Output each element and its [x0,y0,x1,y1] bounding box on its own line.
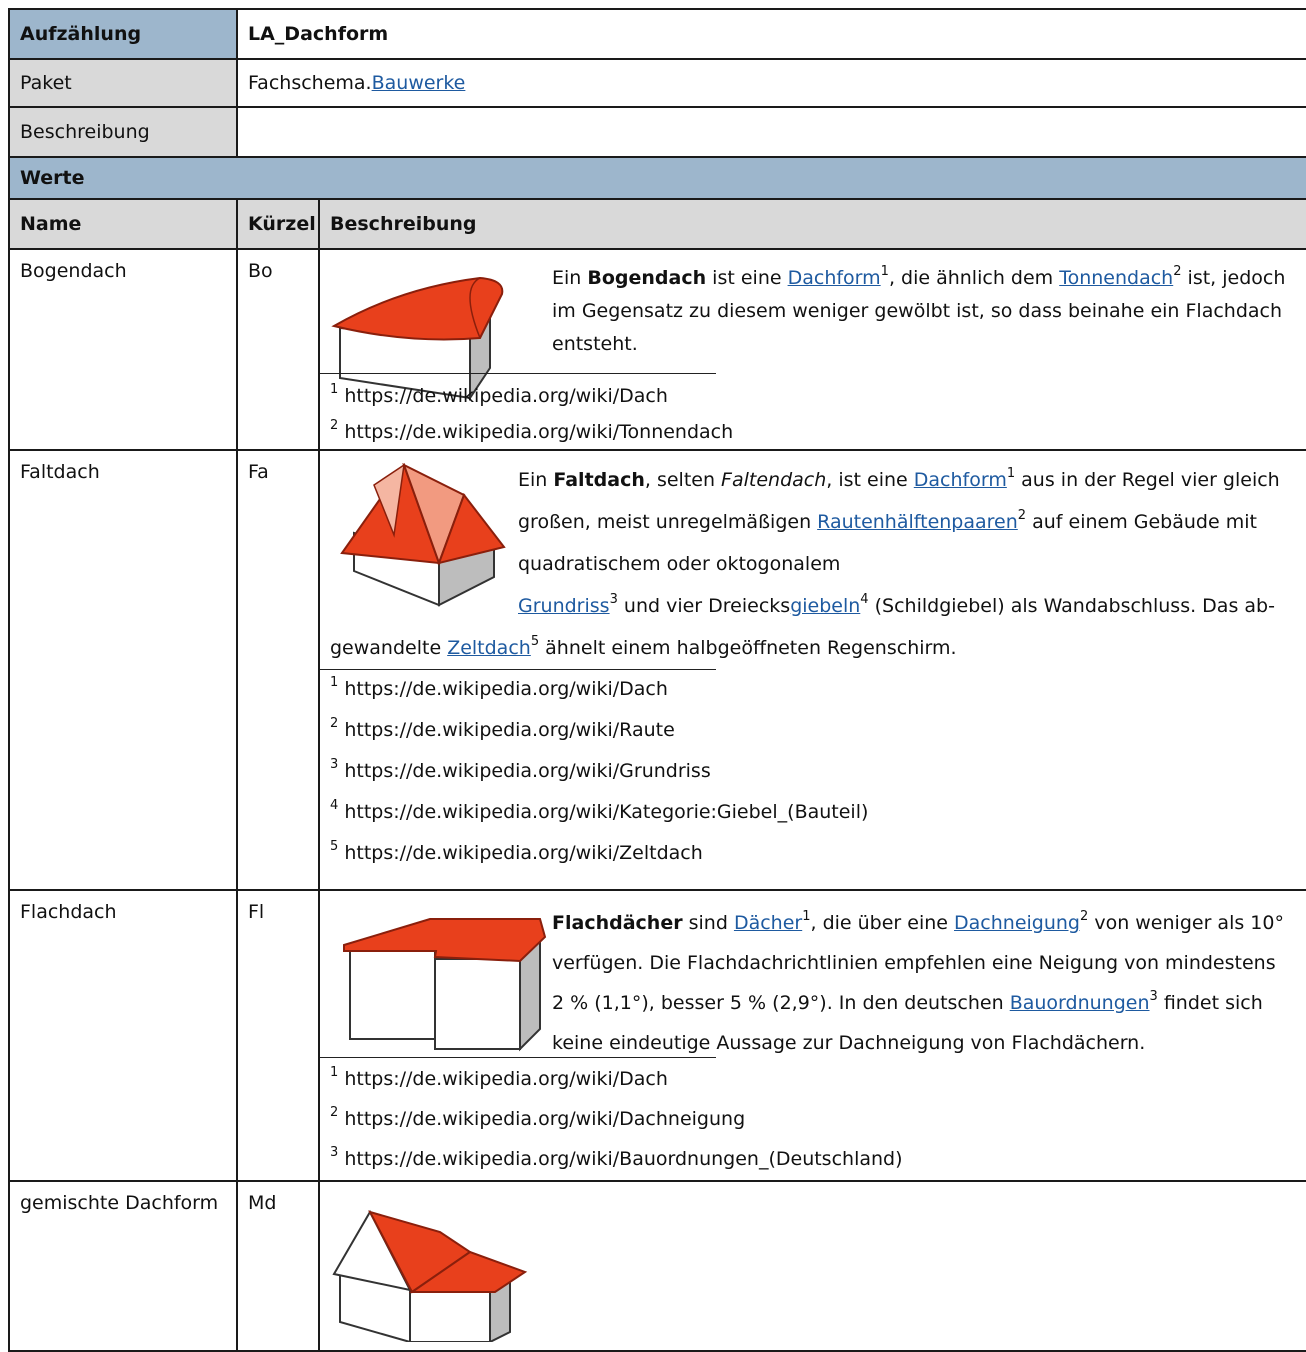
row-code: Fa [236,449,320,891]
paket-link[interactable]: Bauwerke [372,72,466,94]
footnote-divider [320,1057,716,1058]
footnote: 2 https://de.wikipedia.org/wiki/Raute [330,716,675,741]
table-row: gemischte Dachform Md [8,1180,1306,1352]
footnote: 3 https://de.wikipedia.org/wiki/Grundris… [330,757,711,782]
beschreibung-row: Beschreibung [8,106,1306,158]
column-header-code: Kürzel [236,198,320,250]
flachdach-illustration [343,918,547,1052]
row-name: Faltdach [8,449,238,891]
footnote: 3 https://de.wikipedia.org/wiki/Bauordnu… [330,1145,903,1170]
link-rautenhaelftenpaaren[interactable]: Rautenhälftenpaaren [817,511,1018,533]
link-daecher[interactable]: Dächer [734,912,802,934]
footnote: 5 https://de.wikipedia.org/wiki/Zeltdach [330,839,703,864]
enum-name: LA_Dachform [236,8,1306,60]
row-description: Ein Bogendach ist eine Dachform1, die äh… [318,248,1306,451]
werte-label: Werte [8,156,1306,200]
row-code: Fl [236,889,320,1182]
beschreibung-label: Beschreibung [8,106,238,158]
link-tonnendach[interactable]: Tonnendach [1059,267,1173,289]
footnote: 1 https://de.wikipedia.org/wiki/Dach [330,1065,668,1090]
enumeration-table: Aufzählung LA_Dachform Paket Fachschema.… [8,8,1306,1352]
row-code: Md [236,1180,320,1352]
link-dachform[interactable]: Dachform [914,469,1007,491]
link-dachform[interactable]: Dachform [788,267,881,289]
table-row: Faltdach Fa Ein Faltdach, selten Faltend… [8,449,1306,891]
link-grundriss[interactable]: Grundriss [518,595,610,617]
paket-row: Paket Fachschema.Bauwerke [8,58,1306,108]
row-description [318,1180,1306,1352]
footnote: 2 https://de.wikipedia.org/wiki/Tonnenda… [330,418,734,443]
row-description: Ein Faltdach, selten Faltendach, ist ein… [318,449,1306,891]
footnote: 4 https://de.wikipedia.org/wiki/Kategori… [330,798,869,823]
link-bauordnungen[interactable]: Bauordnungen [1010,992,1150,1014]
footnote: 1 https://de.wikipedia.org/wiki/Dach [330,382,668,407]
footnote: 1 https://de.wikipedia.org/wiki/Dach [330,675,668,700]
link-giebeln[interactable]: giebeln [790,595,860,617]
row-description-text: Ein Faltdach, selten Faltendach, ist ein… [518,466,1280,617]
column-header-row: Name Kürzel Beschreibung [8,198,1306,250]
row-name: Bogendach [8,248,238,451]
werte-row: Werte [8,156,1306,200]
paket-label: Paket [8,58,238,108]
row-name: Flachdach [8,889,238,1182]
row-description: Flachdächer sind Dächer1, die über eine … [318,889,1306,1182]
row-description-text-cont: gewandelte Zeltdach5 ähnelt einem halbge… [330,634,957,659]
column-header-name: Name [8,198,238,250]
row-description-text: Ein Bogendach ist eine Dachform1, die äh… [552,264,1286,355]
beschreibung-value [236,106,1306,158]
row-name: gemischte Dachform [8,1180,238,1352]
row-code: Bo [236,248,320,451]
link-zeltdach[interactable]: Zeltdach [447,637,531,659]
faltdach-illustration [340,462,506,607]
enum-label: Aufzählung [8,8,238,60]
gemischte-dachform-illustration [332,1209,528,1342]
column-header-description: Beschreibung [318,198,1306,250]
footnote-divider [320,373,716,374]
paket-value: Fachschema.Bauwerke [236,58,1306,108]
enum-header-row: Aufzählung LA_Dachform [8,8,1306,60]
footnote: 2 https://de.wikipedia.org/wiki/Dachneig… [330,1105,746,1130]
table-row: Flachdach Fl Flachdächer sind Dächer1, d… [8,889,1306,1182]
row-description-text: Flachdächer sind Dächer1, die über eine … [552,909,1284,1054]
table-row: Bogendach Bo Ein Bogendach ist eine Dach… [8,248,1306,451]
link-dachneigung[interactable]: Dachneigung [954,912,1080,934]
